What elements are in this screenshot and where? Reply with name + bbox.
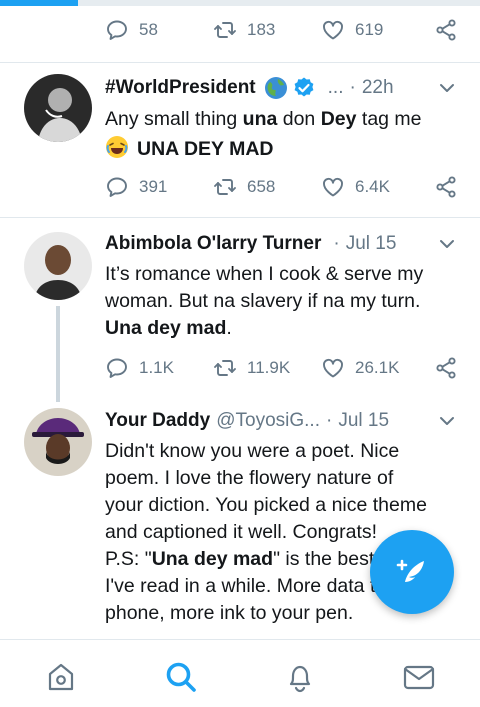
top-tweet-actions: 58 183 619 <box>105 18 458 42</box>
share-icon <box>436 357 456 379</box>
like-button[interactable]: 619 <box>321 18 429 42</box>
tweet-actions: 1.1K 11.9K 26.1K <box>105 356 458 380</box>
reply-count: 1.1K <box>139 358 174 377</box>
tweet-line: your diction. You picked a nice theme <box>105 494 427 516</box>
share-button[interactable] <box>434 175 458 199</box>
messages-icon <box>403 665 435 690</box>
reply-icon <box>107 20 127 40</box>
reply-icon <box>107 177 127 197</box>
search-icon <box>166 662 196 692</box>
retweet-button[interactable]: 11.9K <box>213 356 321 380</box>
heart-icon <box>323 358 343 378</box>
retweet-count: 11.9K <box>247 358 291 377</box>
loading-bar-fill <box>0 0 78 6</box>
loading-bar <box>0 0 480 6</box>
avatar-image <box>24 232 92 300</box>
retweet-button[interactable]: 183 <box>213 18 321 42</box>
tweet-line: Una dey mad. <box>105 317 232 339</box>
tweet-header: Your Daddy @ToyosiG... · Jul 15 <box>105 410 456 432</box>
reply-icon <box>107 358 127 378</box>
reply-count: 391 <box>139 177 168 196</box>
tweet-actions: 391 658 6.4K <box>105 175 458 199</box>
retweet-button[interactable]: 658 <box>213 175 321 199</box>
like-button[interactable]: 26.1K <box>321 356 429 380</box>
separator-dot: · <box>325 410 333 431</box>
tweet-text: Any small thing una don Dey tag me UNA D… <box>105 106 456 163</box>
thread-line <box>56 306 60 402</box>
timestamp[interactable]: 22h <box>362 77 394 99</box>
handle: ... <box>327 77 344 98</box>
compose-feather-icon <box>396 559 424 582</box>
tweet-line: Any small thing una don Dey tag me <box>105 108 422 130</box>
heart-icon <box>323 20 343 40</box>
laughing-emoji-icon <box>106 136 128 158</box>
tweet-line: poem. I love the flowery nature of <box>105 467 394 489</box>
chevron-down-icon <box>440 240 454 248</box>
bottom-navigation <box>0 639 480 707</box>
nav-search[interactable] <box>164 660 198 694</box>
retweet-icon <box>214 360 236 376</box>
like-button[interactable]: 6.4K <box>321 175 429 199</box>
avatar[interactable] <box>24 408 92 476</box>
display-name[interactable]: #WorldPresident <box>105 77 256 99</box>
heart-icon <box>323 177 343 197</box>
divider <box>0 62 480 63</box>
display-name[interactable]: Your Daddy <box>105 410 210 432</box>
like-count: 619 <box>355 20 384 39</box>
tweet-menu-button[interactable] <box>438 412 456 430</box>
share-button[interactable] <box>434 356 458 380</box>
notifications-icon <box>289 665 311 693</box>
share-button[interactable] <box>434 18 458 42</box>
separator-dot: · <box>349 77 356 98</box>
retweet-icon <box>214 179 236 195</box>
nav-messages[interactable] <box>402 660 436 694</box>
share-icon <box>436 19 456 41</box>
reply-button[interactable]: 1.1K <box>105 356 213 380</box>
tweet-menu-button[interactable] <box>438 79 456 97</box>
reply-count: 58 <box>139 20 158 39</box>
retweet-count: 183 <box>247 20 276 39</box>
reply-button[interactable]: 391 <box>105 175 213 199</box>
retweet-icon <box>214 22 236 38</box>
display-name[interactable]: Abimbola O'larry Turner <box>105 233 321 255</box>
tweet-menu-button[interactable] <box>438 235 456 253</box>
tweet-line: Didn't know you were a poet. Nice <box>105 440 400 462</box>
divider <box>0 217 480 218</box>
handle: @ToyosiG... <box>216 410 320 431</box>
separator-dot: · <box>333 233 340 254</box>
retweet-count: 658 <box>247 177 276 196</box>
tweet-text: It’s romance when I cook & serve my woma… <box>105 261 456 342</box>
nav-notifications[interactable] <box>283 660 317 694</box>
verified-icon <box>294 77 314 97</box>
home-icon <box>48 663 74 691</box>
nav-home[interactable] <box>44 660 78 694</box>
avatar[interactable] <box>24 74 92 142</box>
reply-button[interactable]: 58 <box>105 18 213 42</box>
chevron-down-icon <box>440 417 454 425</box>
avatar-image <box>24 408 92 476</box>
avatar[interactable] <box>24 232 92 300</box>
tweet-line: UNA DEY MAD <box>105 135 456 163</box>
like-count: 26.1K <box>355 358 400 377</box>
tweet-header: Abimbola O'larry Turner · Jul 15 <box>105 233 456 255</box>
chevron-down-icon <box>440 84 454 92</box>
compose-tweet-button[interactable] <box>370 530 454 614</box>
tweet-line: It’s romance when I cook & serve my <box>105 263 424 285</box>
timestamp[interactable]: Jul 15 <box>338 410 389 432</box>
tweet-line: woman. But na slavery if na my turn. <box>105 290 421 312</box>
share-icon <box>436 176 456 198</box>
timestamp[interactable]: Jul 15 <box>346 233 397 255</box>
globe-icon <box>264 77 287 99</box>
avatar-image <box>24 74 92 142</box>
tweet-header: #WorldPresident ... · 22h <box>105 76 456 100</box>
like-count: 6.4K <box>355 177 390 196</box>
